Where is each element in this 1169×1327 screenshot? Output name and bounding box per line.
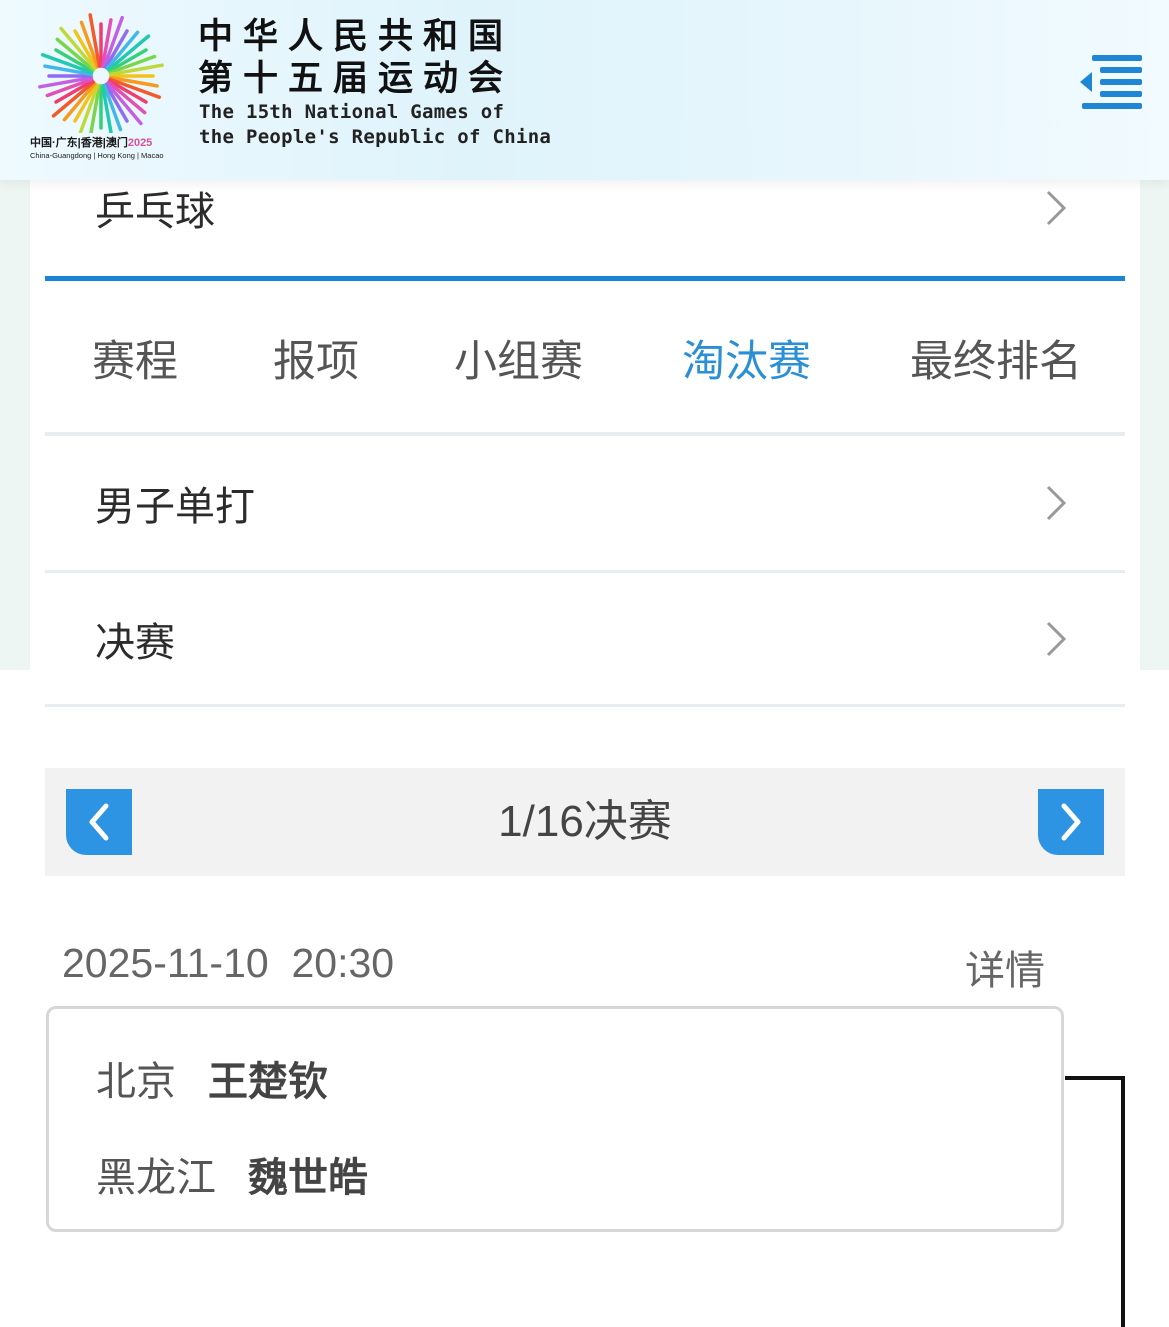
player-team: 北京 <box>96 1059 176 1105</box>
sport-label: 乒乓球 <box>95 188 215 235</box>
games-title-en: The 15th National Games of the People's … <box>199 100 551 150</box>
stage-tabs: 赛程 报项 小组赛 淘汰赛 最终排名 <box>45 281 1125 431</box>
logo-caption-cn: 中国·广东|香港|澳门2025 <box>30 137 153 149</box>
event-label: 男子单打 <box>95 483 255 530</box>
event-selector[interactable]: 男子单打 <box>45 435 1125 570</box>
player-team: 黑龙江 <box>96 1155 216 1201</box>
next-round-button[interactable] <box>1038 789 1104 855</box>
games-title-en-line2: the People's Republic of China <box>199 126 552 148</box>
match-card[interactable]: 北京 王楚钦 黑龙江 魏世皓 <box>46 1006 1064 1232</box>
player-row: 黑龙江 魏世皓 <box>96 1145 368 1203</box>
player-row: 北京 王楚钦 <box>96 1049 328 1107</box>
sport-selector[interactable]: 乒乓球 <box>45 170 1125 245</box>
round-navigator: 1/16决赛 <box>45 768 1125 876</box>
chevron-right-icon <box>1046 485 1067 520</box>
round-title: 1/16决赛 <box>498 797 672 846</box>
tab-knockout[interactable]: 淘汰赛 <box>682 327 811 389</box>
divider <box>45 704 1125 707</box>
chevron-left-icon <box>89 803 109 841</box>
tab-schedule[interactable]: 赛程 <box>92 327 178 389</box>
content-card: 乒乓球 赛程 报项 小组赛 淘汰赛 最终排名 男子单打 决赛 1/16决赛 20… <box>30 150 1140 1327</box>
chevron-right-icon <box>1061 803 1081 841</box>
chevron-right-icon <box>1046 190 1067 225</box>
games-title-cn-line1: 中华人民共和国 <box>198 17 514 57</box>
tab-entries[interactable]: 报项 <box>273 327 359 389</box>
chevron-right-icon <box>1046 621 1067 656</box>
round-selector[interactable]: 决赛 <box>45 572 1125 705</box>
site-header: 中国·广东|香港|澳门2025 China-Guangdong | Hong K… <box>0 0 1169 180</box>
logo-caption-en: China-Guangdong | Hong Kong | Macao <box>30 151 164 160</box>
tab-group-stage[interactable]: 小组赛 <box>454 327 583 389</box>
player-name: 王楚钦 <box>208 1059 328 1105</box>
games-logo-icon <box>38 13 164 133</box>
games-title-cn-line2: 第十五届运动会 <box>198 59 514 99</box>
previous-round-button[interactable] <box>66 789 132 855</box>
tab-final-ranking[interactable]: 最终排名 <box>910 327 1082 389</box>
menu-button[interactable] <box>1078 55 1142 109</box>
player-name: 魏世皓 <box>248 1155 368 1201</box>
match-datetime: 2025-11-10 20:30 <box>62 940 395 986</box>
logo-caption: 中国·广东|香港|澳门2025 China-Guangdong | Hong K… <box>30 134 175 160</box>
menu-icon <box>1080 55 1142 109</box>
round-label: 决赛 <box>95 619 175 666</box>
games-title-cn: 中华人民共和国 第十五届运动会 <box>198 16 513 100</box>
games-title-en-line1: The 15th National Games of <box>199 101 505 123</box>
bracket-connector <box>1065 1076 1125 1327</box>
match-detail-link[interactable]: 详情 <box>965 938 1045 996</box>
